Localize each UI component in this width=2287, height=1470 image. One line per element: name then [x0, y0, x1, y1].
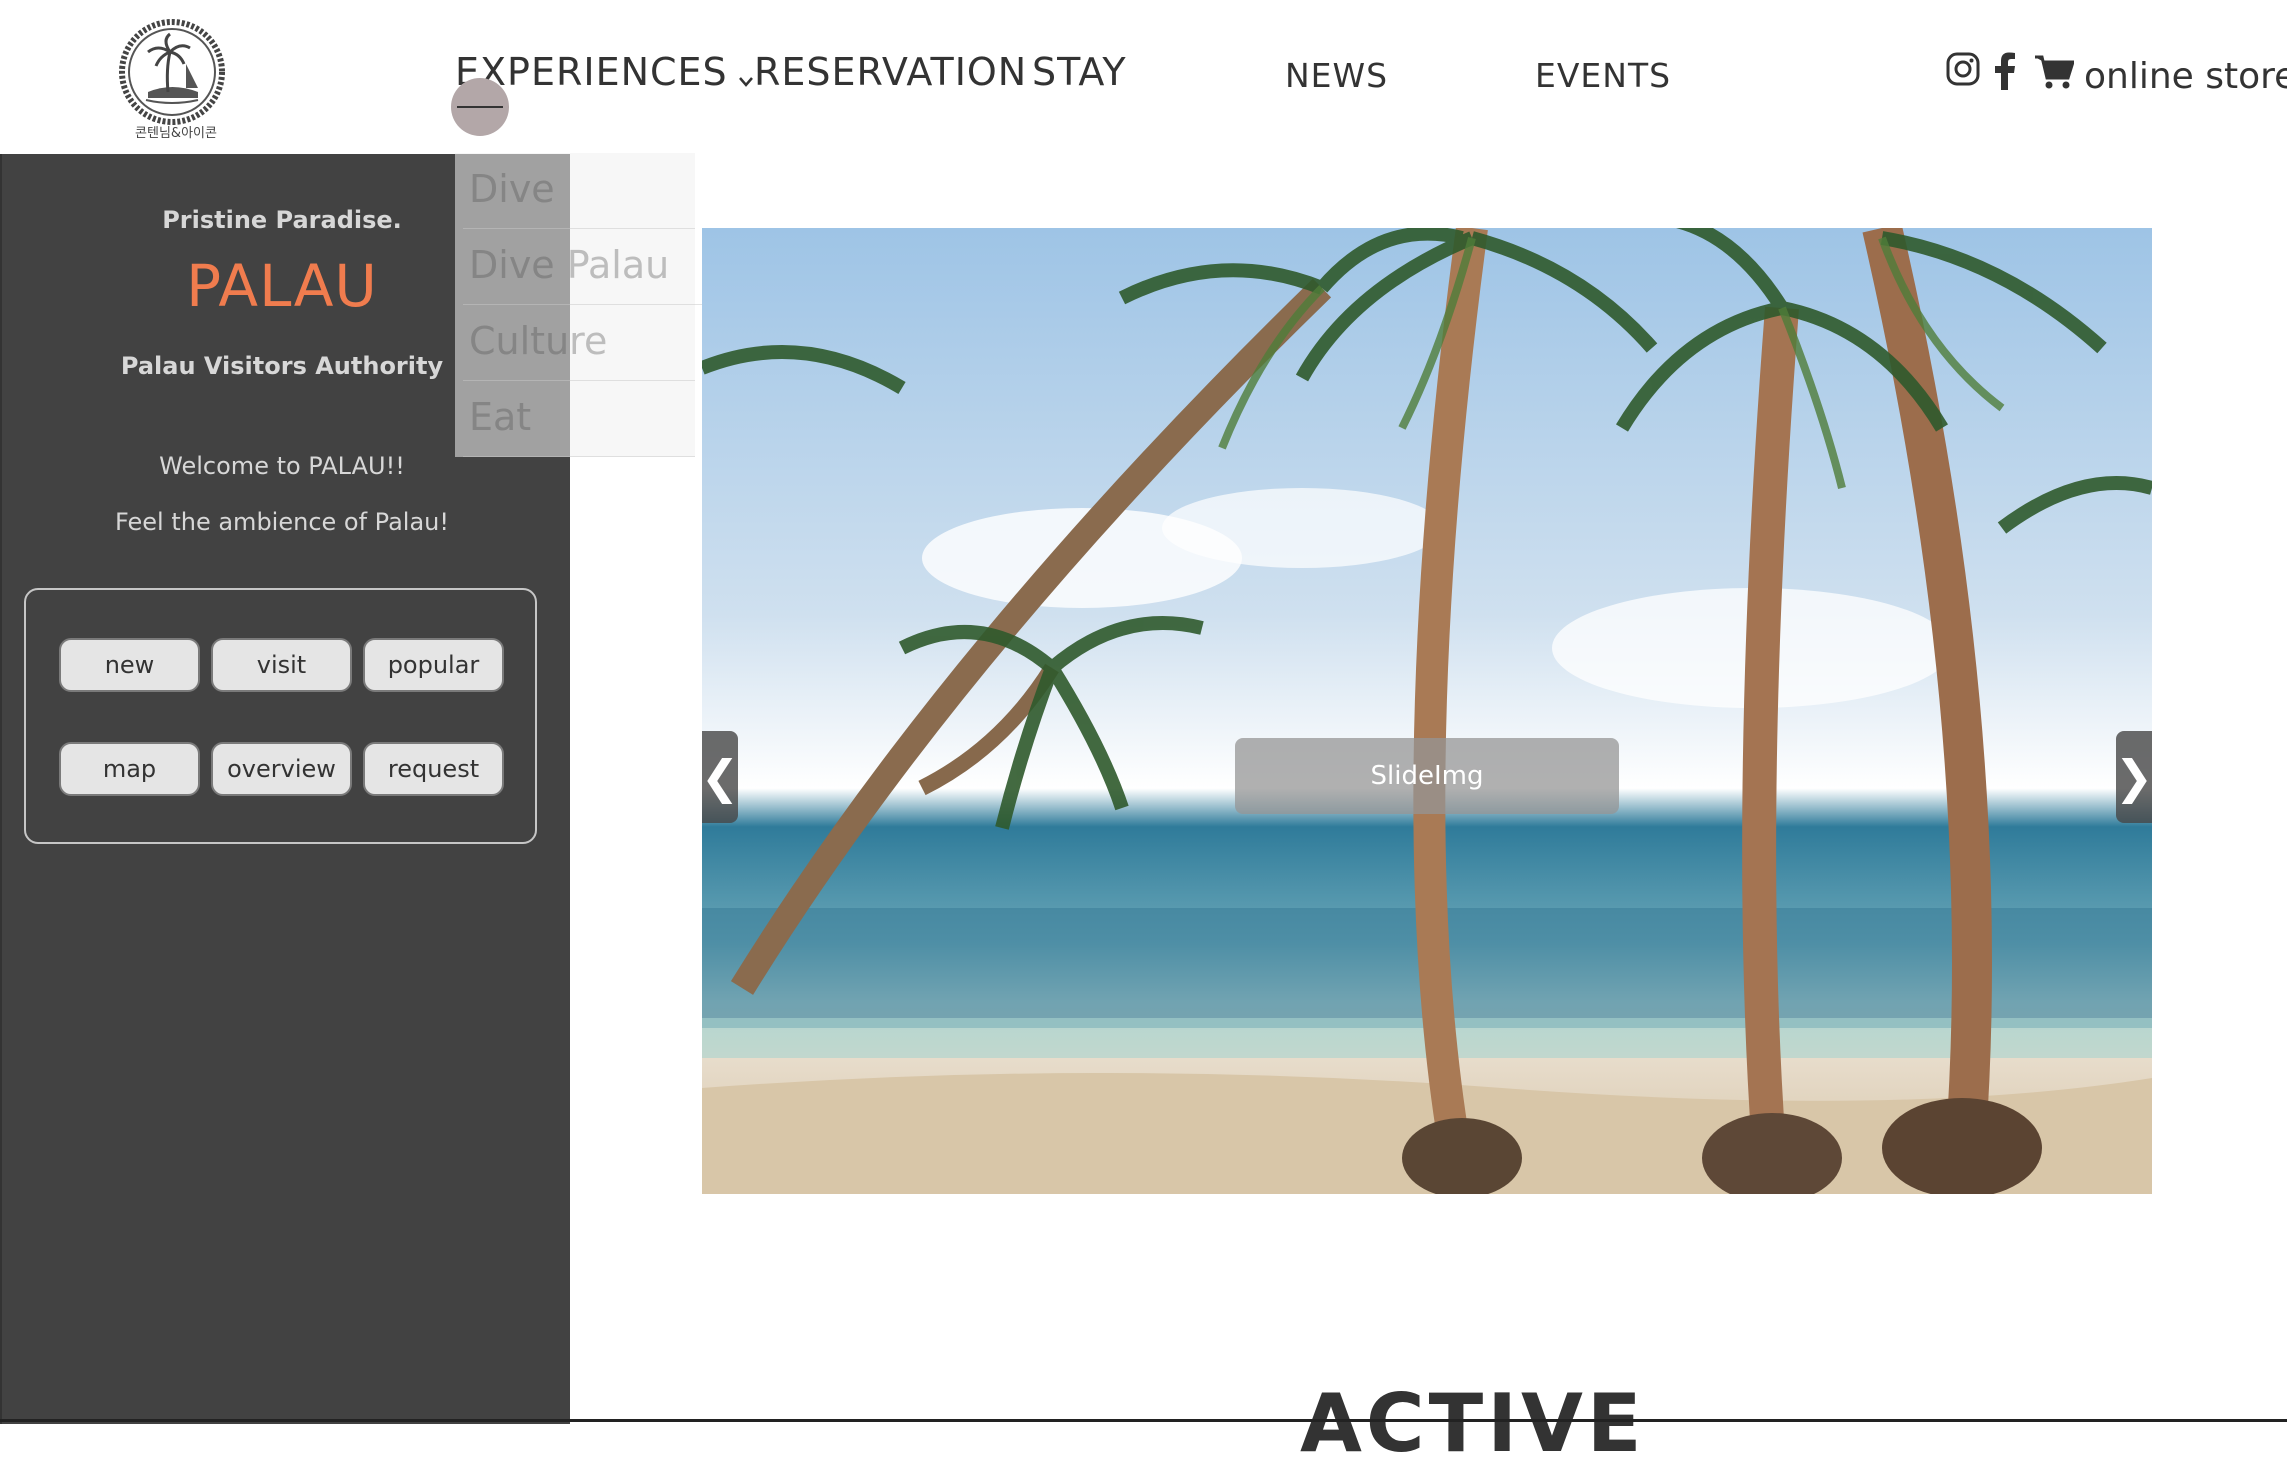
facebook-icon: [1995, 52, 2015, 90]
logo-caption: 콘텐님&아이콘: [135, 126, 217, 141]
nav-events[interactable]: EVENTS: [1535, 56, 1671, 95]
cart-icon: [2035, 55, 2074, 89]
popular-button[interactable]: popular: [363, 638, 504, 692]
section-heading: ACTIVE: [1300, 1377, 1646, 1470]
slide-caption: SlideImg: [1235, 738, 1619, 814]
nav-stay[interactable]: STAY: [1032, 50, 1127, 94]
visit-button[interactable]: visit: [211, 638, 352, 692]
overview-button[interactable]: overview: [211, 742, 352, 796]
hero-slideshow: ❮ ❯ SlideImg: [702, 228, 2152, 1194]
new-button[interactable]: new: [59, 638, 200, 692]
instagram-link[interactable]: [1946, 52, 1980, 86]
slide-next-button[interactable]: ❯: [2115, 731, 2152, 823]
nav-news[interactable]: NEWS: [1285, 56, 1388, 95]
request-button[interactable]: request: [363, 742, 504, 796]
nav-reservation[interactable]: RESERVATION: [754, 50, 1027, 94]
bottom-divider: [0, 1419, 2287, 1422]
beach-palm-image: [702, 228, 2152, 1194]
map-button[interactable]: map: [59, 742, 200, 796]
chevron-down-icon: [738, 53, 754, 97]
sidebar-button-panel: new visit popular map overview request: [24, 588, 537, 844]
facebook-link[interactable]: [1994, 52, 2016, 90]
dropdown-item-culture[interactable]: Culture: [463, 305, 695, 381]
slide-prev-button[interactable]: ❮: [702, 731, 739, 823]
dropdown-item-dive[interactable]: Dive: [463, 153, 695, 229]
instagram-icon: [1946, 52, 1980, 86]
sidebar-welcome-line-2: Feel the ambience of Palau!: [115, 508, 449, 536]
nav-indicator-dot: [451, 78, 509, 136]
online-store-link[interactable]: online store: [2084, 56, 2287, 97]
dropdown-item-eat[interactable]: Eat: [463, 381, 695, 457]
experiences-dropdown: Dive Dive Palau Culture Eat: [455, 153, 763, 457]
site-logo[interactable]: 콘텐님&아이콘: [118, 14, 226, 141]
cart-link[interactable]: [2034, 54, 2074, 90]
